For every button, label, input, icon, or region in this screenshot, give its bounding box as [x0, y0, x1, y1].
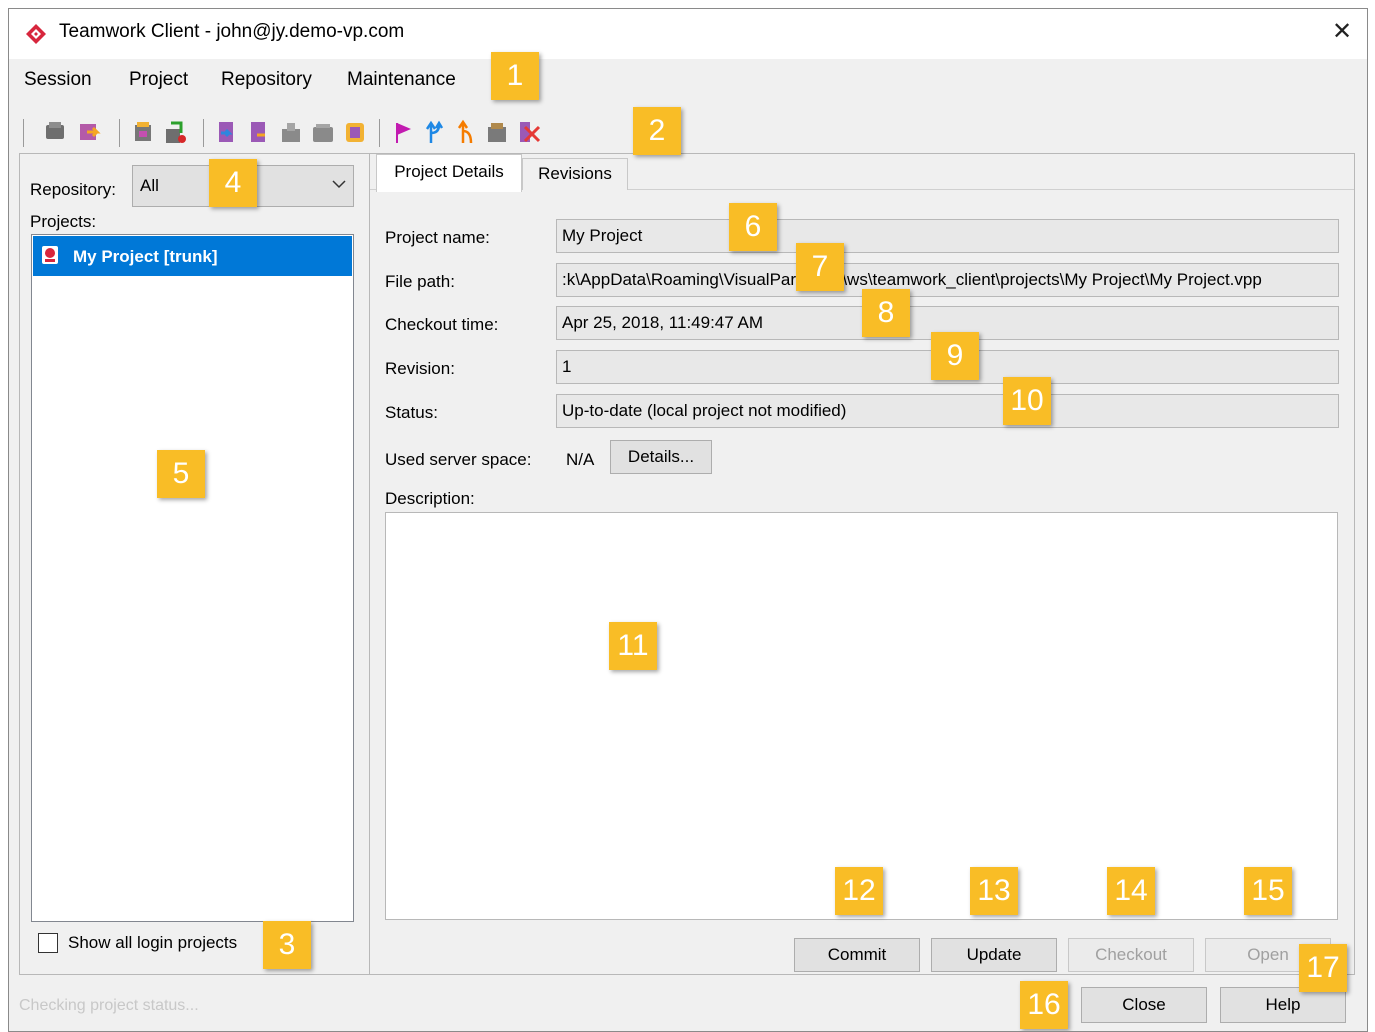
visual-paradigm-logo-icon	[26, 24, 46, 44]
callout-badge: 14	[1107, 867, 1155, 915]
callout-badge: 3	[263, 921, 311, 969]
callout-badge: 4	[209, 159, 257, 207]
callout-badge: 16	[1020, 981, 1068, 1029]
callout-badge: 1	[491, 52, 539, 100]
project-name-label: Project name:	[385, 228, 490, 247]
project-details-panel: Project Details Revisions Project name: …	[369, 153, 1355, 975]
export-project-icon[interactable]	[163, 119, 187, 145]
commit-icon[interactable]	[43, 119, 67, 145]
repository-select-value: All	[140, 176, 159, 195]
repository-label: Repository:	[30, 180, 116, 199]
callout-badge: 6	[729, 203, 777, 251]
description-label: Description:	[385, 489, 475, 508]
update-icon[interactable]	[77, 119, 101, 145]
callout-badge: 15	[1244, 867, 1292, 915]
revision-label: Revision:	[385, 359, 455, 378]
callout-badge: 5	[157, 450, 205, 498]
toolbar-separator	[119, 119, 120, 147]
callout-badge: 2	[633, 107, 681, 155]
teamwork-client-window: Teamwork Client - john@jy.demo-vp.com ✕ …	[8, 8, 1368, 1032]
close-icon[interactable]: ✕	[1327, 17, 1357, 47]
status-field[interactable]: Up-to-date (local project not modified)	[556, 394, 1339, 428]
callout-badge: 13	[970, 867, 1018, 915]
file-path-label: File path:	[385, 272, 455, 291]
used-server-space-label: Used server space:	[385, 450, 532, 469]
status-label: Status:	[385, 403, 438, 422]
file-path-field[interactable]: :k\AppData\Roaming\VisualParadigm\ws\tea…	[556, 263, 1339, 297]
callout-badge: 7	[796, 243, 844, 291]
callout-badge: 11	[609, 622, 657, 670]
revert-icon[interactable]	[247, 119, 271, 145]
branch-icon[interactable]	[423, 119, 447, 145]
open-project-icon[interactable]	[343, 119, 367, 145]
toolbar-separator	[203, 119, 204, 147]
toolbar-separator	[23, 119, 24, 147]
callout-badge: 8	[862, 289, 910, 337]
archive-icon[interactable]	[485, 119, 509, 145]
show-all-label[interactable]: Show all login projects	[68, 933, 237, 953]
project-name-field[interactable]: My Project	[556, 219, 1339, 253]
commit-button[interactable]: Commit	[794, 938, 920, 972]
update-button[interactable]: Update	[931, 938, 1057, 972]
menu-repository[interactable]: Repository	[221, 69, 312, 91]
import-project-icon[interactable]	[131, 119, 155, 145]
menu-project[interactable]: Project	[129, 69, 188, 91]
callout-badge: 10	[1003, 377, 1051, 425]
details-button[interactable]: Details...	[610, 440, 712, 474]
project-label: My Project [trunk]	[73, 247, 218, 266]
projects-list[interactable]: My Project [trunk]	[31, 234, 354, 922]
chevron-down-icon	[332, 180, 346, 189]
projects-label: Projects:	[30, 212, 97, 231]
callout-badge: 12	[835, 867, 883, 915]
used-server-space-value: N/A	[566, 450, 595, 469]
show-all-checkbox[interactable]	[38, 933, 58, 953]
tag-icon[interactable]	[391, 119, 415, 145]
checkout-button[interactable]: Checkout	[1068, 938, 1194, 972]
tab-revisions[interactable]: Revisions	[522, 158, 628, 190]
project-icon	[42, 246, 58, 264]
toolbar	[23, 117, 623, 147]
description-textarea[interactable]	[385, 512, 1338, 920]
tab-project-details[interactable]: Project Details	[376, 154, 522, 192]
projects-panel: Repository: All Projects: My Project [tr…	[19, 153, 370, 975]
merge-icon[interactable]	[455, 119, 479, 145]
title-bar: Teamwork Client - john@jy.demo-vp.com ✕	[9, 9, 1367, 59]
menu-session[interactable]: Session	[24, 69, 92, 91]
help-button[interactable]: Help	[1220, 987, 1346, 1023]
checkout-time-label: Checkout time:	[385, 315, 499, 334]
tab-strip: Project Details Revisions	[370, 154, 1354, 192]
toolbar-separator	[379, 119, 380, 147]
delete-icon[interactable]	[517, 119, 541, 145]
window-title: Teamwork Client - john@jy.demo-vp.com	[59, 21, 405, 42]
close-button[interactable]: Close	[1081, 987, 1207, 1023]
unlock-icon[interactable]	[311, 119, 335, 145]
list-item[interactable]: My Project [trunk]	[33, 236, 352, 276]
checkout-icon[interactable]	[215, 119, 239, 145]
callout-badge: 9	[931, 332, 979, 380]
lock-icon[interactable]	[279, 119, 303, 145]
callout-badge: 17	[1299, 944, 1347, 992]
menu-maintenance[interactable]: Maintenance	[347, 69, 456, 91]
status-bar-text: Checking project status...	[19, 997, 199, 1014]
